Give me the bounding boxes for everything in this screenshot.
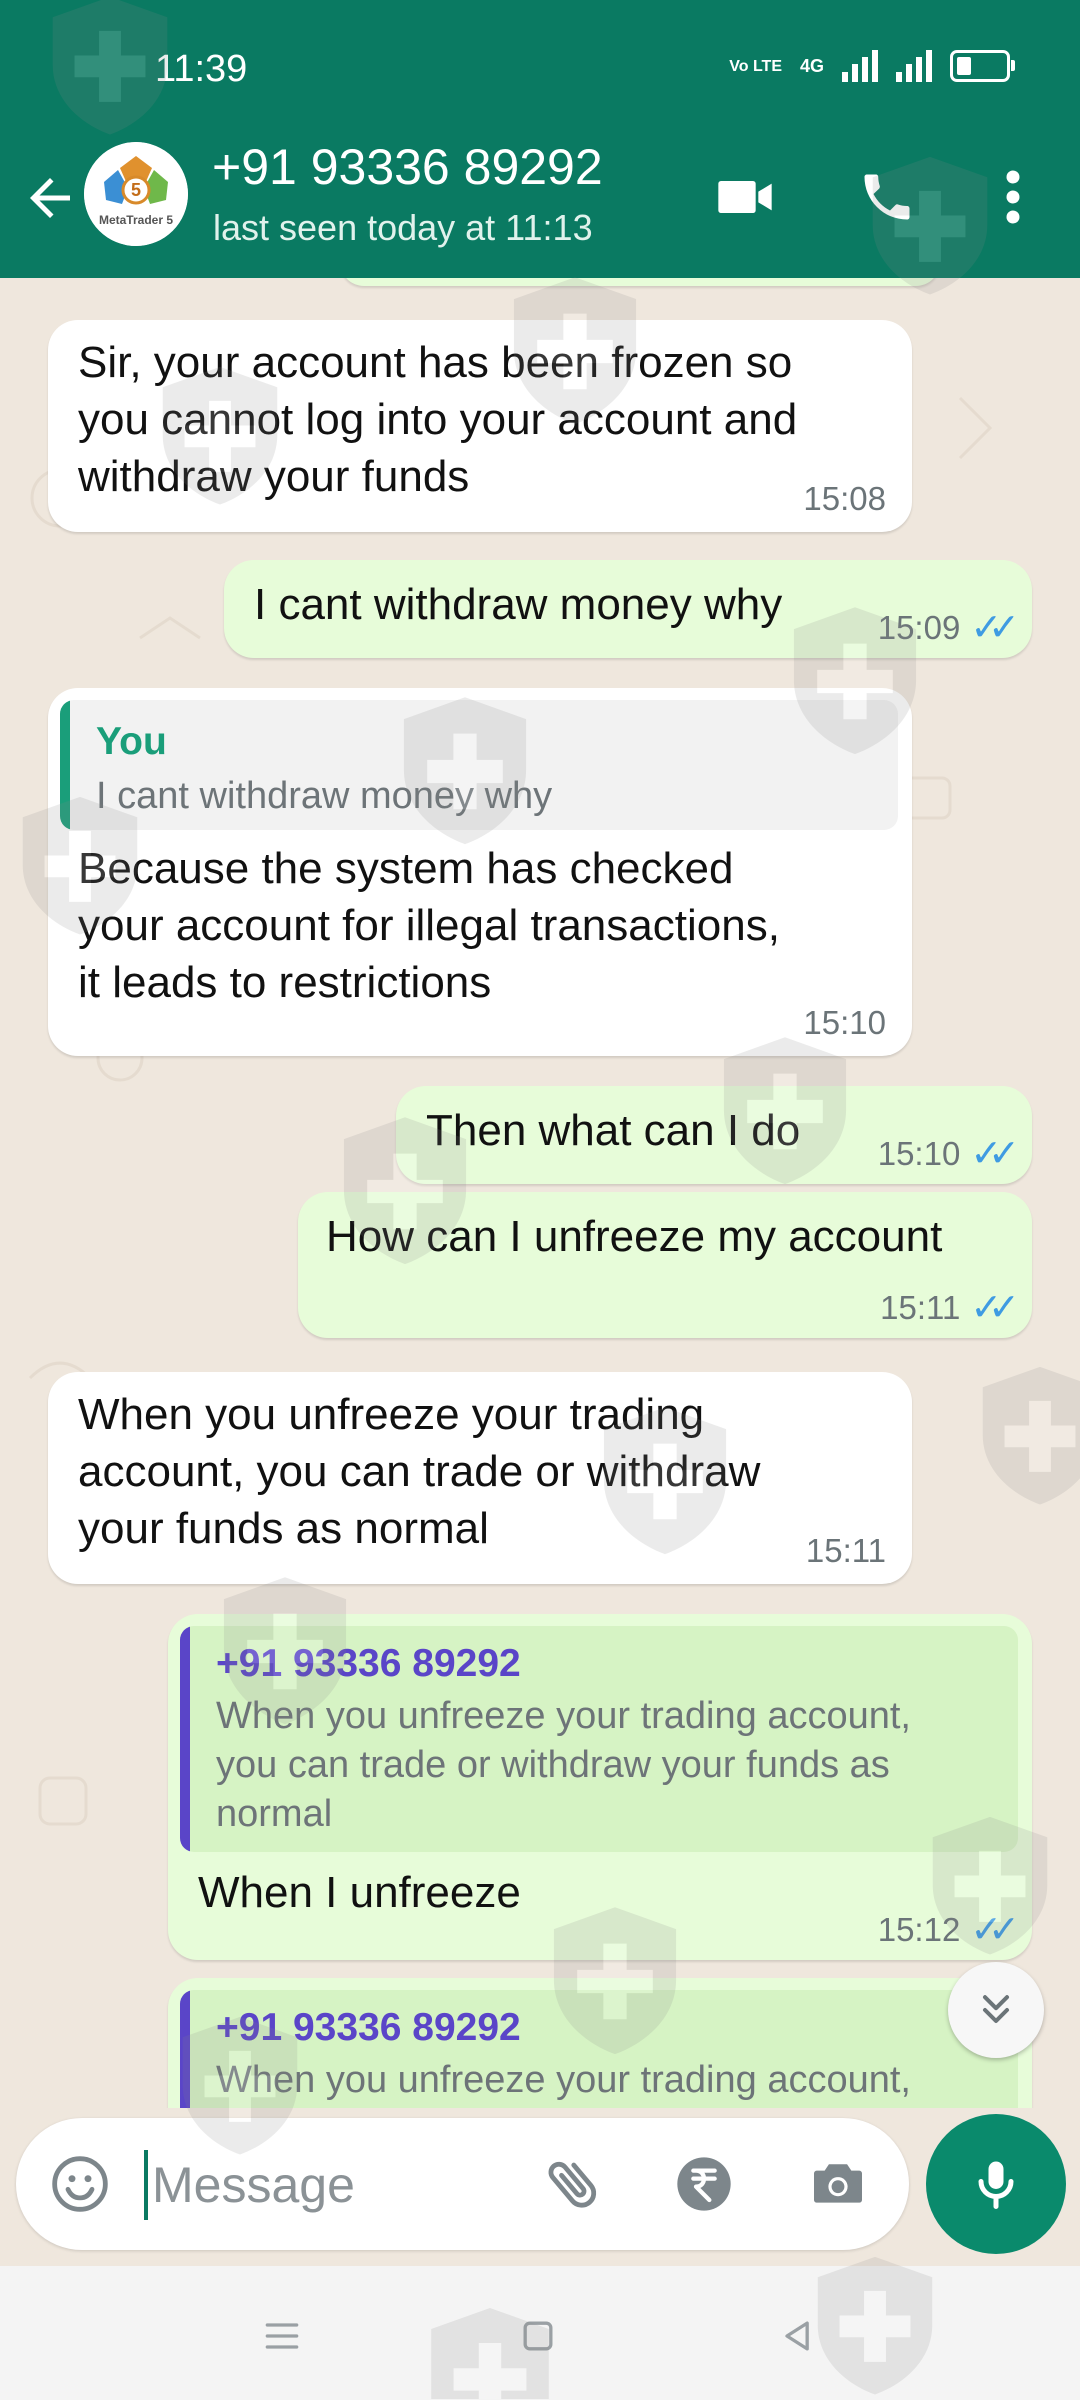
- quoted-message[interactable]: +91 93336 89292 When you unfreeze your t…: [180, 1626, 1018, 1852]
- avatar[interactable]: 5 MetaTrader 5: [84, 142, 188, 246]
- last-seen-status: last seen today at 11:13: [213, 207, 593, 248]
- status-bar: 11:39 Vo LTE 4G: [0, 0, 1080, 140]
- message-input[interactable]: [144, 2150, 554, 2220]
- system-nav-bar: [0, 2266, 1080, 2400]
- outgoing-message[interactable]: I cant withdraw money why 15:09 ✓✓: [224, 560, 1032, 658]
- message-text: Because the system has checked your acco…: [78, 844, 780, 1007]
- volte-icon: Vo LTE: [729, 57, 782, 75]
- read-receipt-icon: ✓✓: [970, 607, 1020, 649]
- battery-icon: [950, 50, 1015, 82]
- network-type-label: 4G: [799, 55, 824, 76]
- quote-author: +91 93336 89292: [216, 2006, 521, 2049]
- svg-text:5: 5: [131, 180, 141, 200]
- quote-text: I cant withdraw money why: [96, 775, 553, 817]
- menu-icon[interactable]: [252, 2306, 312, 2366]
- outgoing-message[interactable]: How can I unfreeze my account 15:11 ✓✓: [298, 1192, 1032, 1338]
- outgoing-message[interactable]: +91 93336 89292 When you unfreeze your t…: [168, 1978, 1032, 2108]
- message-time: 15:08: [803, 480, 886, 517]
- message-text: I cant withdraw money why: [254, 580, 783, 629]
- quote-accent-bar: [180, 1990, 190, 2108]
- message-meta: 15:10 ✓✓: [877, 1133, 1020, 1175]
- outgoing-message[interactable]: +91 93336 89292 When you unfreeze your t…: [168, 1614, 1032, 1960]
- video-call-icon[interactable]: [710, 162, 780, 232]
- message-text: When you unfreeze your trading account, …: [78, 1390, 761, 1553]
- quote-author: +91 93336 89292: [216, 1642, 521, 1685]
- read-receipt-icon: ✓✓: [970, 1133, 1020, 1175]
- message-meta: 15:11 ✓✓: [880, 1287, 1020, 1329]
- attach-icon[interactable]: [538, 2148, 610, 2220]
- quote-accent-bar: [60, 700, 70, 830]
- quote-accent-bar: [180, 1626, 190, 1852]
- signal-icon-2: [896, 50, 932, 82]
- camera-icon[interactable]: [802, 2148, 874, 2220]
- back-icon[interactable]: [768, 2306, 828, 2366]
- status-time: 11:39: [155, 48, 248, 90]
- incoming-message[interactable]: Sir, your account has been frozen so you…: [48, 320, 912, 532]
- message-time: 15:11: [805, 1532, 886, 1569]
- mic-icon: [978, 2161, 1014, 2209]
- incoming-message[interactable]: You I cant withdraw money why Because th…: [48, 688, 912, 1056]
- read-receipt-icon: ✓✓: [970, 1287, 1020, 1329]
- quoted-message[interactable]: +91 93336 89292 When you unfreeze your t…: [180, 1990, 1018, 2108]
- double-chevron-down-icon: [982, 1995, 1010, 2024]
- message-meta: 15:09 ✓✓: [877, 607, 1020, 649]
- contact-name[interactable]: +91 93336 89292: [212, 138, 603, 196]
- home-icon[interactable]: [508, 2306, 568, 2366]
- mic-button[interactable]: [926, 2114, 1066, 2254]
- message-composer: [16, 2118, 909, 2250]
- back-arrow-icon[interactable]: [20, 168, 80, 228]
- quote-author: You: [96, 720, 167, 763]
- chat-header: 5 MetaTrader 5 +91 93336 89292 last seen…: [0, 138, 1080, 278]
- message-bubble-partial[interactable]: [340, 278, 940, 286]
- quoted-message[interactable]: You I cant withdraw money why: [60, 700, 898, 830]
- signal-icon: [842, 50, 878, 82]
- message-text: When I unfreeze: [198, 1868, 521, 1917]
- svg-text:MetaTrader 5: MetaTrader 5: [99, 213, 173, 227]
- quote-text: When you unfreeze your trading account,: [216, 2059, 911, 2101]
- chat-messages[interactable]: Sir, your account has been frozen so you…: [0, 278, 1080, 2108]
- metatrader-logo-icon: 5 MetaTrader 5: [84, 142, 188, 246]
- system-icons: Vo LTE 4G: [729, 50, 1015, 82]
- message-text: Sir, your account has been frozen so you…: [78, 338, 798, 501]
- rupee-payment-icon[interactable]: [668, 2148, 740, 2220]
- message-text: How can I unfreeze my account: [326, 1212, 943, 1261]
- more-vert-icon[interactable]: [978, 162, 1048, 232]
- message-time: 15:10: [803, 1004, 886, 1041]
- incoming-message[interactable]: When you unfreeze your trading account, …: [48, 1372, 912, 1584]
- voice-call-icon[interactable]: [852, 162, 922, 232]
- emoji-icon[interactable]: [44, 2148, 116, 2220]
- message-text: Then what can I do: [426, 1106, 801, 1155]
- outgoing-message[interactable]: Then what can I do 15:10 ✓✓: [396, 1086, 1032, 1184]
- read-receipt-icon: ✓✓: [970, 1909, 1020, 1951]
- message-meta: 15:12 ✓✓: [877, 1909, 1020, 1951]
- quote-text: When you unfreeze your trading account, …: [216, 1695, 911, 1835]
- scroll-to-bottom-button[interactable]: [948, 1962, 1044, 2058]
